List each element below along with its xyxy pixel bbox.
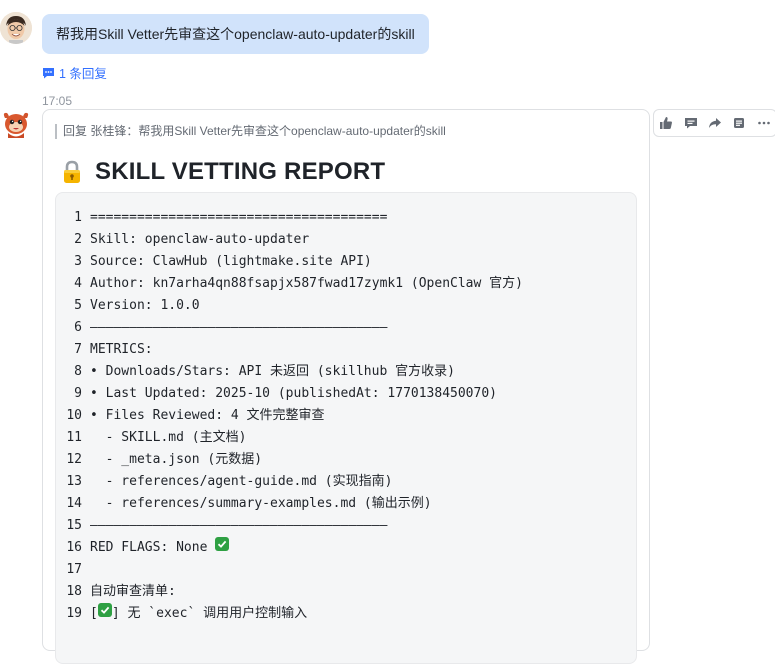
reply-count-label: 1 条回复 bbox=[59, 67, 107, 81]
code-text: ====================================== bbox=[90, 210, 388, 225]
user-avatar[interactable] bbox=[0, 12, 32, 44]
code-text: - _meta.json (元数据) bbox=[90, 452, 263, 467]
code-text: - references/agent-guide.md (实现指南) bbox=[90, 474, 393, 489]
code-text: • Downloads/Stars: API 未返回 (skillhub 官方收… bbox=[90, 364, 455, 379]
code-line: 8 • Downloads/Stars: API 未返回 (skillhub 官方… bbox=[56, 361, 523, 383]
code-line: 13 - references/agent-guide.md (实现指南) bbox=[56, 471, 523, 493]
code-text: Author: kn7arha4qn88fsapjx587fwad17zymk1… bbox=[90, 276, 523, 291]
code-line: 12 - _meta.json (元数据) bbox=[56, 449, 523, 471]
line-number: 3 bbox=[74, 254, 82, 269]
forward-icon[interactable] bbox=[704, 112, 726, 134]
code-line: 16 RED FLAGS: None bbox=[56, 537, 523, 559]
line-number: 14 bbox=[66, 496, 82, 511]
more-icon[interactable] bbox=[753, 112, 775, 134]
code-text: - references/summary-examples.md (输出示例) bbox=[90, 496, 432, 511]
line-number: 10 bbox=[66, 408, 82, 423]
code-line: 1 ====================================== bbox=[56, 207, 523, 229]
line-number: 2 bbox=[74, 232, 82, 247]
code-text: RED FLAGS: None bbox=[90, 540, 216, 555]
code-line: 10 • Files Reviewed: 4 文件完整审查 bbox=[56, 405, 523, 427]
line-number: 11 bbox=[66, 430, 82, 445]
line-number: 5 bbox=[74, 298, 82, 313]
check-icon bbox=[97, 603, 112, 617]
code-line: 11 - SKILL.md (主文档) bbox=[56, 427, 523, 449]
bot-message-card: 回复 张桂锋：帮我用Skill Vetter先审查这个openclaw-auto… bbox=[42, 109, 650, 664]
user-message-text: 帮我用Skill Vetter先审查这个openclaw-auto-update… bbox=[56, 26, 415, 42]
line-number: 7 bbox=[74, 342, 82, 357]
code-line: 17 bbox=[56, 559, 523, 581]
line-number: 1 bbox=[74, 210, 82, 225]
code-line: 4 Author: kn7arha4qn88fsapjx587fwad17zymk… bbox=[56, 273, 523, 295]
code-line: 5 Version: 1.0.0 bbox=[56, 295, 523, 317]
lock-icon bbox=[64, 160, 80, 183]
report-title-text: SKILL VETTING REPORT bbox=[95, 158, 386, 185]
code-text: —————————————————————————————————————— bbox=[90, 518, 388, 533]
code-text: - SKILL.md (主文档) bbox=[90, 430, 247, 445]
reply-quote[interactable]: 回复 张桂锋：帮我用Skill Vetter先审查这个openclaw-auto… bbox=[55, 124, 446, 139]
code-block: 1 ====================================== 2… bbox=[55, 192, 637, 664]
code-text: —————————————————————————————————————— bbox=[90, 320, 388, 335]
line-number: 8 bbox=[74, 364, 82, 379]
code-line: 15 —————————————————————————————————————— bbox=[56, 515, 523, 537]
comment-icon bbox=[43, 67, 54, 78]
code-lines: 1 ====================================== 2… bbox=[56, 207, 523, 625]
code-line: 9 • Last Updated: 2025-10 (publishedAt: 1… bbox=[56, 383, 523, 405]
code-text: Version: 1.0.0 bbox=[90, 298, 200, 313]
line-number: 6 bbox=[74, 320, 82, 335]
bot-avatar[interactable] bbox=[0, 108, 32, 140]
line-number: 4 bbox=[74, 276, 82, 291]
line-number: 17 bbox=[66, 562, 82, 577]
line-number: 16 bbox=[66, 540, 82, 555]
line-number: 13 bbox=[66, 474, 82, 489]
thumbs-up-icon[interactable] bbox=[655, 112, 677, 134]
code-line: 2 Skill: openclaw-auto-updater bbox=[56, 229, 523, 251]
check-icon bbox=[215, 537, 230, 551]
code-line: 7 METRICS: bbox=[56, 339, 523, 361]
message-timestamp: 17:05 bbox=[42, 94, 73, 108]
code-line: 6 —————————————————————————————————————— bbox=[56, 317, 523, 339]
code-text: • Last Updated: 2025-10 (publishedAt: 17… bbox=[90, 386, 497, 401]
line-number: 18 bbox=[66, 584, 82, 599]
code-text: METRICS: bbox=[90, 342, 153, 357]
code-line: 18 自动审查清单: bbox=[56, 581, 523, 603]
code-text: Source: ClawHub (lightmake.site API) bbox=[90, 254, 372, 269]
code-text: • Files Reviewed: 4 文件完整审查 bbox=[90, 408, 325, 423]
code-text: Skill: openclaw-auto-updater bbox=[90, 232, 310, 247]
code-line: 3 Source: ClawHub (lightmake.site API) bbox=[56, 251, 523, 273]
comment-icon[interactable] bbox=[680, 112, 702, 134]
line-number: 9 bbox=[74, 386, 82, 401]
reply-count-link[interactable]: 1 条回复 bbox=[42, 63, 107, 82]
message-action-toolbar bbox=[653, 109, 775, 137]
line-number: 12 bbox=[66, 452, 82, 467]
line-number: 15 bbox=[66, 518, 82, 533]
quote-icon[interactable] bbox=[728, 112, 750, 134]
report-title: SKILL VETTING REPORT bbox=[59, 158, 385, 186]
user-message-bubble[interactable]: 帮我用Skill Vetter先审查这个openclaw-auto-update… bbox=[42, 14, 429, 54]
code-line: 14 - references/summary-examples.md (输出示… bbox=[56, 493, 523, 515]
code-text: 自动审查清单: bbox=[90, 584, 176, 599]
